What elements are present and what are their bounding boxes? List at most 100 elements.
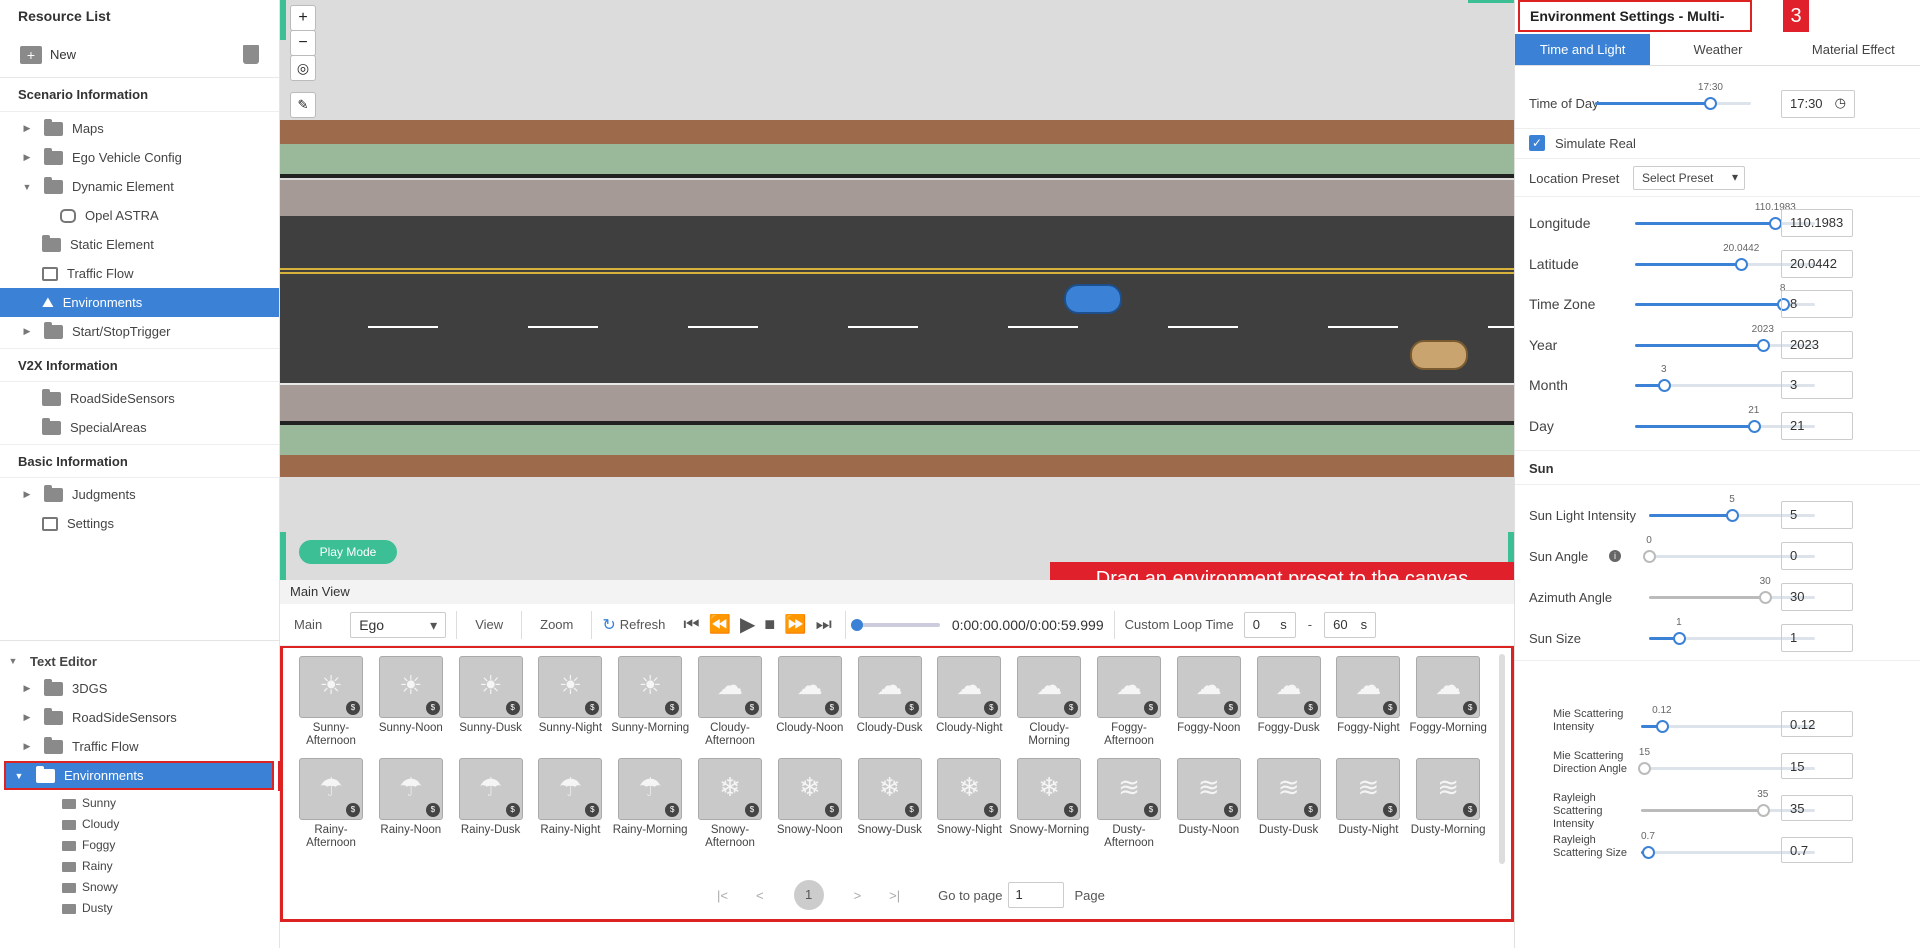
location-preset-select[interactable]: Select Preset ▾ — [1633, 166, 1745, 190]
play-icon[interactable]: ▶ — [740, 612, 755, 637]
new-button[interactable]: New — [50, 47, 76, 62]
camera-select[interactable]: Ego — [350, 611, 447, 638]
sun-param-input[interactable]: 5 — [1781, 501, 1853, 529]
time-of-day-slider[interactable]: 17:30 — [1595, 82, 1751, 110]
param-input[interactable]: 21 — [1781, 411, 1853, 440]
preset-tile[interactable]: ☁ $ Foggy-Dusk — [1249, 656, 1329, 735]
preset-tile[interactable]: ☀ $ Sunny-Night — [530, 656, 610, 735]
view-button[interactable]: View — [475, 617, 503, 632]
expand-arrow-icon[interactable]: ▶ — [20, 123, 34, 134]
tree-item-3dgs[interactable]: ▶ 3DGS — [0, 674, 280, 703]
sun-param-input[interactable]: 30 — [1781, 583, 1853, 611]
preset-thumbnail[interactable]: ☂ $ — [458, 758, 523, 820]
preset-thumbnail[interactable]: ☁ $ — [1017, 656, 1082, 718]
scatter-param-input[interactable]: 0.7 — [1781, 837, 1853, 863]
slider-knob[interactable] — [1747, 419, 1761, 433]
first-page-icon[interactable]: |< — [717, 888, 728, 903]
slider-knob[interactable] — [1638, 762, 1652, 775]
last-page-icon[interactable]: >| — [889, 888, 900, 903]
preset-tile[interactable]: ☁ $ Foggy-Night — [1328, 656, 1408, 735]
preset-thumbnail[interactable]: ☂ $ — [618, 758, 683, 820]
param-input[interactable]: 20.0442 — [1781, 249, 1853, 278]
preset-tile[interactable]: ≋ $ Dusty-Afternoon — [1089, 758, 1169, 850]
collapse-arrow-icon[interactable]: ▼ — [6, 656, 20, 666]
slider-knob[interactable] — [1657, 379, 1671, 392]
preset-thumbnail[interactable]: ❄ $ — [857, 758, 922, 820]
preset-thumbnail[interactable]: ☂ $ — [299, 758, 363, 820]
refresh-icon[interactable]: ↻ — [602, 615, 615, 635]
slider-knob[interactable] — [1735, 257, 1749, 271]
preset-tile[interactable]: ❄ $ Snowy-Noon — [770, 758, 850, 837]
param-input[interactable]: 8 — [1781, 290, 1853, 318]
simulate-real-checkbox[interactable]: ✓ — [1529, 135, 1545, 151]
preset-thumbnail[interactable]: ❄ $ — [1017, 758, 1082, 820]
scatter-param-input[interactable]: 35 — [1781, 795, 1853, 821]
preset-thumbnail[interactable]: ☁ $ — [937, 656, 1002, 718]
param-input[interactable]: 110.1983 — [1781, 209, 1853, 237]
step-forward-icon[interactable]: ⏩ — [784, 614, 806, 635]
add-icon[interactable]: + — [20, 45, 42, 64]
recenter-icon[interactable]: ◎ — [290, 55, 316, 81]
preset-thumbnail[interactable]: ☀ $ — [458, 656, 523, 718]
collapse-arrow-icon[interactable]: ▼ — [20, 182, 34, 192]
param-input[interactable]: 2023 — [1781, 330, 1853, 359]
tree-item-ego[interactable]: ▶ Ego Vehicle Config — [0, 143, 279, 172]
preset-thumbnail[interactable]: ≋ $ — [1416, 758, 1481, 820]
slider-knob[interactable] — [1756, 804, 1770, 817]
expand-arrow-icon[interactable]: ▶ — [20, 741, 34, 752]
preset-thumbnail[interactable]: ☀ $ — [299, 656, 363, 718]
tree-item-te-environments[interactable]: ▼ Environments — [4, 761, 274, 790]
tree-item-opel[interactable]: Opel ASTRA — [0, 201, 279, 230]
env-item-sunny[interactable]: Sunny — [0, 793, 280, 814]
preset-tile[interactable]: ☁ $ Cloudy-Afternoon — [690, 656, 770, 748]
slider-knob[interactable] — [1726, 509, 1739, 522]
preset-thumbnail[interactable]: ❄ $ — [937, 758, 1002, 820]
info-icon[interactable]: i — [1609, 550, 1621, 562]
preset-thumbnail[interactable]: ☁ $ — [1256, 656, 1321, 718]
loop-end-input[interactable]: 60 s — [1324, 611, 1377, 638]
env-item-foggy[interactable]: Foggy — [0, 835, 280, 856]
env-item-rainy[interactable]: Rainy — [0, 856, 280, 877]
preset-thumbnail[interactable]: ☁ $ — [1176, 656, 1241, 718]
tab-material-effect[interactable]: Material Effect — [1786, 34, 1920, 65]
zoom-button[interactable]: Zoom — [540, 617, 573, 632]
time-of-day-input[interactable]: 17:30 ◷ — [1781, 90, 1855, 118]
preset-tile[interactable]: ☀ $ Sunny-Noon — [371, 656, 451, 735]
preset-tile[interactable]: ☂ $ Rainy-Dusk — [451, 758, 531, 837]
preset-thumbnail[interactable]: ☂ $ — [378, 758, 443, 820]
timeline-slider[interactable] — [850, 618, 940, 631]
scatter-param-input[interactable]: 15 — [1781, 753, 1853, 779]
skip-end-icon[interactable]: ⏭ — [816, 614, 832, 635]
slider-knob[interactable] — [1756, 338, 1770, 352]
preset-tile[interactable]: ≋ $ Dusty-Night — [1328, 758, 1408, 837]
preset-tile[interactable]: ❄ $ Snowy-Night — [929, 758, 1009, 837]
scene-canvas[interactable]: + − ◎ ✎ Play Mode — [280, 0, 1514, 580]
preset-tile[interactable]: ❄ $ Snowy-Morning — [1009, 758, 1089, 837]
skip-start-icon[interactable]: ⏮ — [683, 614, 699, 635]
play-mode-button[interactable]: Play Mode — [299, 540, 397, 564]
preset-thumbnail[interactable]: ≋ $ — [1176, 758, 1241, 820]
sun-param-input[interactable]: 0 — [1781, 542, 1853, 570]
preset-tile[interactable]: ☁ $ Cloudy-Night — [929, 656, 1009, 735]
param-input[interactable]: 3 — [1781, 371, 1853, 399]
preset-tile[interactable]: ☂ $ Rainy-Night — [530, 758, 610, 837]
preset-thumbnail[interactable]: ❄ $ — [698, 758, 762, 820]
zoom-in-button[interactable]: + — [290, 5, 316, 31]
preset-thumbnail[interactable]: ≋ $ — [1336, 758, 1401, 820]
preset-tile[interactable]: ≋ $ Dusty-Dusk — [1249, 758, 1329, 837]
preset-thumbnail[interactable]: ☁ $ — [698, 656, 762, 718]
zoom-out-button[interactable]: − — [290, 30, 316, 56]
expand-arrow-icon[interactable]: ▶ — [20, 152, 34, 163]
stop-icon[interactable]: ■ — [764, 614, 775, 635]
slider-knob[interactable] — [1655, 720, 1669, 733]
expand-arrow-icon[interactable]: ▶ — [20, 489, 34, 500]
preset-tile[interactable]: ☁ $ Cloudy-Noon — [770, 656, 850, 735]
expand-arrow-icon[interactable]: ▶ — [20, 326, 34, 337]
page-number[interactable]: 1 — [793, 880, 824, 910]
preset-tile[interactable]: ❄ $ Snowy-Afternoon — [690, 758, 770, 850]
ruler-icon[interactable]: ✎ — [290, 92, 316, 118]
tree-item-special[interactable]: SpecialAreas — [0, 413, 279, 442]
tree-item-rss[interactable]: RoadSideSensors — [0, 384, 279, 413]
preset-tile[interactable]: ≋ $ Dusty-Noon — [1169, 758, 1249, 837]
text-editor-header[interactable]: ▼ Text Editor — [0, 648, 280, 674]
